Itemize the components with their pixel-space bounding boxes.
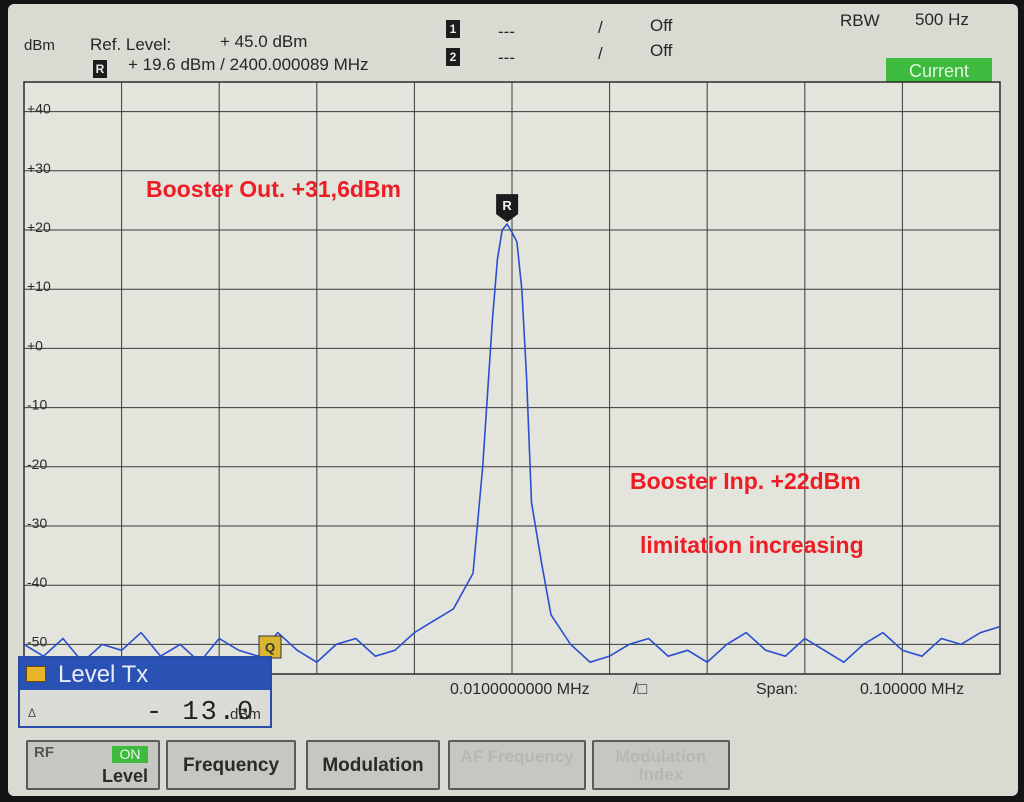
modulation-index-softkey-label: Modulation Index: [615, 747, 707, 784]
y-tick-label: +10: [27, 278, 51, 294]
level-tx-titlebar: Level Tx: [20, 658, 270, 690]
booster-out-annotation: Booster Out. +31,6dBm: [146, 176, 401, 202]
y-tick-label: -10: [27, 397, 47, 413]
delta-icon: Δ: [28, 706, 37, 720]
center-frequency-suffix: /□: [633, 681, 648, 698]
level-tx-unit: dBm: [230, 706, 261, 723]
modulation-index-softkey[interactable]: Modulation Index: [592, 740, 730, 790]
center-frequency-label[interactable]: 0.0100000000 MHz: [450, 681, 590, 699]
af-frequency-softkey[interactable]: AF Frequency: [448, 740, 586, 790]
panel-menu-icon[interactable]: [26, 666, 46, 682]
y-tick-label: +40: [27, 101, 51, 117]
level-tx-panel[interactable]: Level Tx Δ - 13.0 dBm: [18, 656, 272, 728]
rf-softkey-level: Level: [101, 766, 148, 786]
rf-on-badge: ON: [112, 746, 148, 763]
sweep-marker-label: Q: [265, 640, 275, 655]
rf-softkey-title: RF: [34, 744, 54, 761]
modulation-softkey[interactable]: Modulation: [306, 740, 440, 790]
y-tick-label: +30: [27, 160, 51, 176]
booster-inp-annotation: Booster Inp. +22dBm: [630, 468, 861, 494]
y-tick-label: +20: [27, 219, 51, 235]
modulation-softkey-label: Modulation: [322, 755, 424, 776]
limitation-annotation: limitation increasing: [640, 532, 864, 558]
sweep-marker-icon: Q: [258, 635, 282, 659]
frequency-softkey-label: Frequency: [182, 755, 280, 776]
y-tick-label: -30: [27, 515, 47, 531]
span-value[interactable]: 0.100000 MHz: [860, 681, 964, 699]
y-tick-label: -50: [27, 633, 47, 649]
frequency-softkey[interactable]: Frequency: [166, 740, 296, 790]
y-tick-label: +0: [27, 337, 43, 353]
rf-level-softkey[interactable]: RF ON Level: [26, 740, 160, 790]
af-frequency-softkey-label: AF Frequency: [460, 747, 574, 766]
span-label: Span:: [756, 681, 798, 698]
peak-marker-label: R: [502, 198, 512, 213]
y-tick-label: -20: [27, 456, 47, 472]
level-tx-title: Level Tx: [58, 661, 149, 688]
y-tick-label: -40: [27, 574, 47, 590]
